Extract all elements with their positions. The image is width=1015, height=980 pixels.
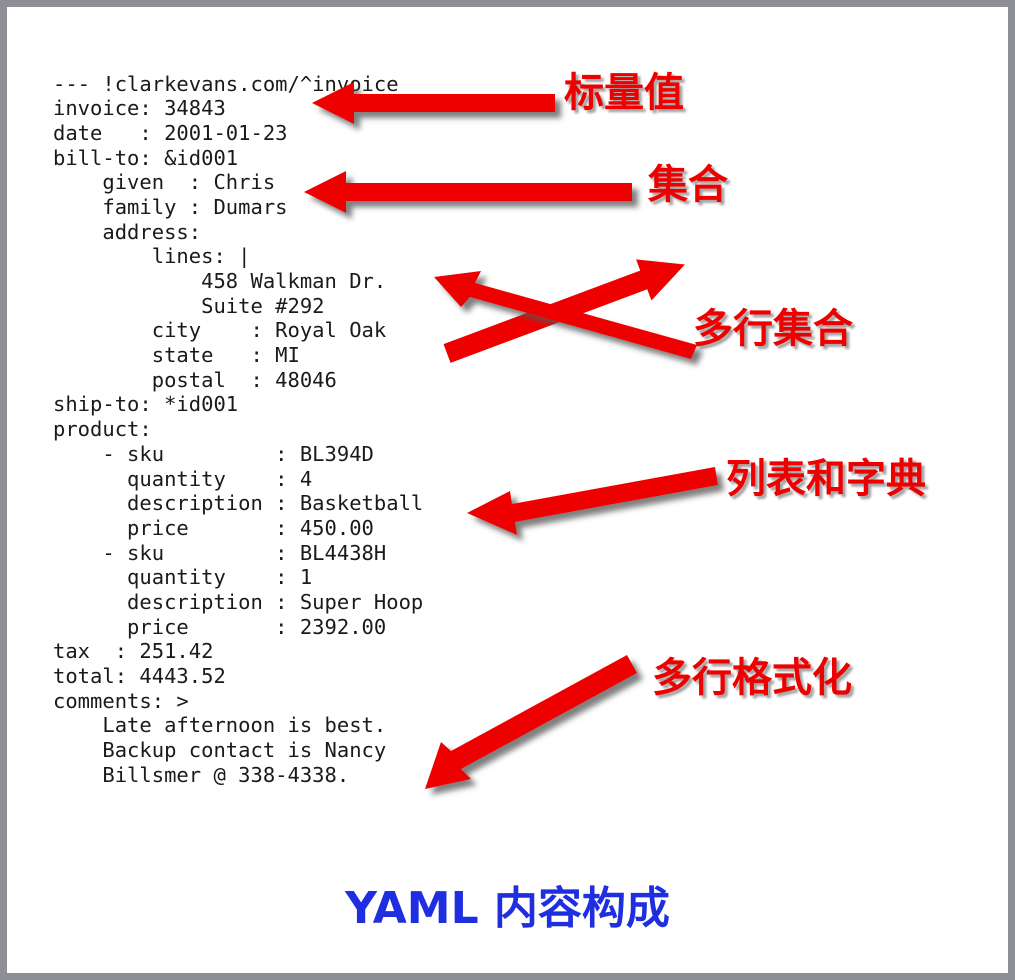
annotation-label-list-and-dict: 列表和字典 (726, 456, 926, 502)
code-line: Suite #292 (53, 293, 325, 318)
code-line: lines: | (53, 244, 251, 269)
annotation-label-scalar-value: 标量值 (564, 70, 684, 116)
slide-canvas: --- !clarkevans.com/^invoice invoice: 348… (0, 0, 1015, 980)
slide-caption: YAML 内容构成 (345, 883, 670, 934)
arrow-to-scalar-value (312, 80, 557, 128)
code-line: quantity : 1 (53, 565, 313, 590)
code-line: price : 450.00 (53, 515, 374, 540)
code-line: - sku : BL4438H (53, 540, 387, 565)
code-line: address: (53, 219, 202, 244)
code-line: bill-to: &id001 (53, 145, 239, 170)
code-line: Billsmer @ 338-4338. (53, 762, 350, 787)
code-line: quantity : 4 (53, 466, 313, 491)
code-line: Late afternoon is best. (53, 713, 387, 738)
code-line: 458 Walkman Dr. (53, 269, 387, 293)
code-line: city : Royal Oak (53, 318, 387, 343)
annotation-label-multiline-format: 多行格式化 (652, 655, 852, 701)
code-line: description : Super Hoop (53, 589, 424, 614)
code-line: price : 2392.00 (53, 614, 387, 639)
code-line: postal : 48046 (53, 367, 337, 392)
code-line: state : MI (53, 343, 300, 368)
code-line: - sku : BL394D (53, 441, 374, 466)
annotation-label-collection: 集合 (648, 162, 728, 208)
code-line: total: 4443.52 (53, 664, 226, 688)
code-line: Backup contact is Nancy (53, 738, 387, 763)
arrow-to-list-and-dict (465, 465, 720, 537)
code-line: tax : 251.42 (53, 639, 214, 664)
arrow-to-multiline-format (421, 653, 646, 798)
annotation-label-multiline-collection: 多行集合 (693, 306, 853, 352)
arrow-to-multiline-collection (431, 259, 701, 363)
code-line: product: (53, 417, 152, 442)
arrow-to-collection (304, 169, 634, 217)
code-line: description : Basketball (53, 491, 424, 516)
code-line: ship-to: *id001 (53, 392, 239, 417)
code-line: comments: > (53, 688, 189, 713)
